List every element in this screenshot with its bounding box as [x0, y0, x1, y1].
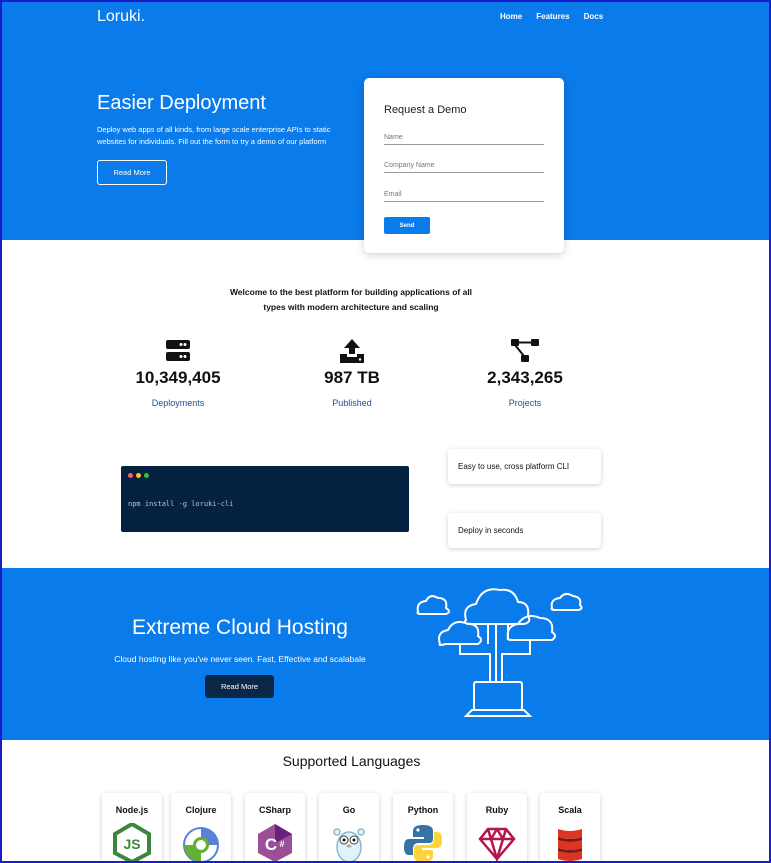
email-field[interactable]: Email: [384, 191, 544, 202]
go-icon: [333, 828, 365, 863]
language-name: CSharp: [258, 805, 291, 815]
cloud-network-illustration-icon: [416, 588, 583, 717]
svg-text:#: #: [279, 839, 284, 849]
svg-text:C: C: [265, 835, 277, 854]
languages-title: Supported Languages: [282, 753, 421, 769]
language-card-scala[interactable]: Scala: [540, 793, 600, 863]
name-field[interactable]: Name: [384, 134, 544, 145]
demo-form-card: Request a Demo Name Company Name Email S…: [364, 78, 564, 253]
language-name: Go: [342, 805, 356, 815]
cloud-hosting-section: Extreme Cloud Hosting Cloud hosting like…: [0, 568, 771, 740]
language-name: Scala: [558, 805, 582, 815]
welcome-text: Welcome to the best platform for buildin…: [229, 287, 473, 312]
language-card-python[interactable]: Python: [393, 793, 453, 863]
language-name: Clojure: [185, 805, 217, 815]
terminal-command: npm install -g loruki-cli: [128, 500, 234, 508]
language-card-nodejs[interactable]: Node.js JS: [102, 793, 162, 863]
csharp-icon: C #: [258, 824, 292, 862]
terminal-minimize-dot: [136, 473, 141, 478]
project-diagram-icon: [450, 338, 600, 364]
feature-card-cli: Easy to use, cross platform CLI: [448, 449, 601, 484]
language-name: Python: [407, 805, 439, 815]
clojure-icon: [183, 827, 219, 863]
language-card-csharp[interactable]: CSharp C #: [245, 793, 305, 863]
stat-published: 987 TB Published: [277, 338, 427, 408]
nav-home-link[interactable]: Home: [500, 12, 522, 21]
scala-icon: [558, 829, 582, 861]
send-button[interactable]: Send: [384, 217, 430, 234]
stat-value: 10,349,405: [135, 368, 221, 387]
hero-description: Deploy web apps of all kinds, from large…: [97, 125, 331, 146]
stat-value: 987 TB: [324, 368, 380, 387]
stat-deployments: 10,349,405 Deployments: [103, 338, 253, 408]
svg-text:JS: JS: [123, 836, 140, 852]
feature-text: Easy to use, cross platform CLI: [458, 462, 570, 471]
feature-card-deploy: Deploy in seconds: [448, 513, 601, 548]
feature-text: Deploy in seconds: [458, 526, 524, 535]
company-name-field[interactable]: Company Name: [384, 162, 544, 173]
python-icon: [404, 825, 442, 862]
nodejs-icon: JS: [113, 823, 151, 863]
stat-label: Published: [332, 398, 372, 408]
language-card-ruby[interactable]: Ruby: [467, 793, 527, 863]
cloud-description: Cloud hosting like you've never seen. Fa…: [114, 654, 366, 664]
main-nav: Home Features Docs: [500, 12, 603, 21]
stat-label: Projects: [508, 398, 542, 408]
hero-title: Easier Deployment: [97, 92, 266, 114]
nav-docs-link[interactable]: Docs: [584, 12, 604, 21]
language-name: Ruby: [485, 805, 509, 815]
stat-value: 2,343,265: [487, 368, 563, 387]
terminal-maximize-dot: [144, 473, 149, 478]
brand-logo[interactable]: Loruki.: [97, 8, 145, 26]
upload-icon: [277, 338, 427, 364]
nav-features-link[interactable]: Features: [536, 12, 569, 21]
stat-label: Deployments: [151, 398, 205, 408]
language-card-go[interactable]: Go: [319, 793, 379, 863]
server-icon: [103, 338, 253, 364]
terminal-close-dot: [128, 473, 133, 478]
cloud-read-more-button[interactable]: Read More: [205, 675, 274, 698]
stat-projects: 2,343,265 Projects: [450, 338, 600, 408]
language-name: Node.js: [115, 805, 149, 815]
ruby-icon: [478, 827, 516, 863]
demo-form-title: Request a Demo: [384, 104, 467, 116]
cloud-title: Extreme Cloud Hosting: [132, 616, 348, 639]
cli-terminal: npm install -g loruki-cli: [121, 466, 409, 532]
language-card-clojure[interactable]: Clojure: [171, 793, 231, 863]
hero-read-more-button[interactable]: Read More: [97, 160, 167, 185]
